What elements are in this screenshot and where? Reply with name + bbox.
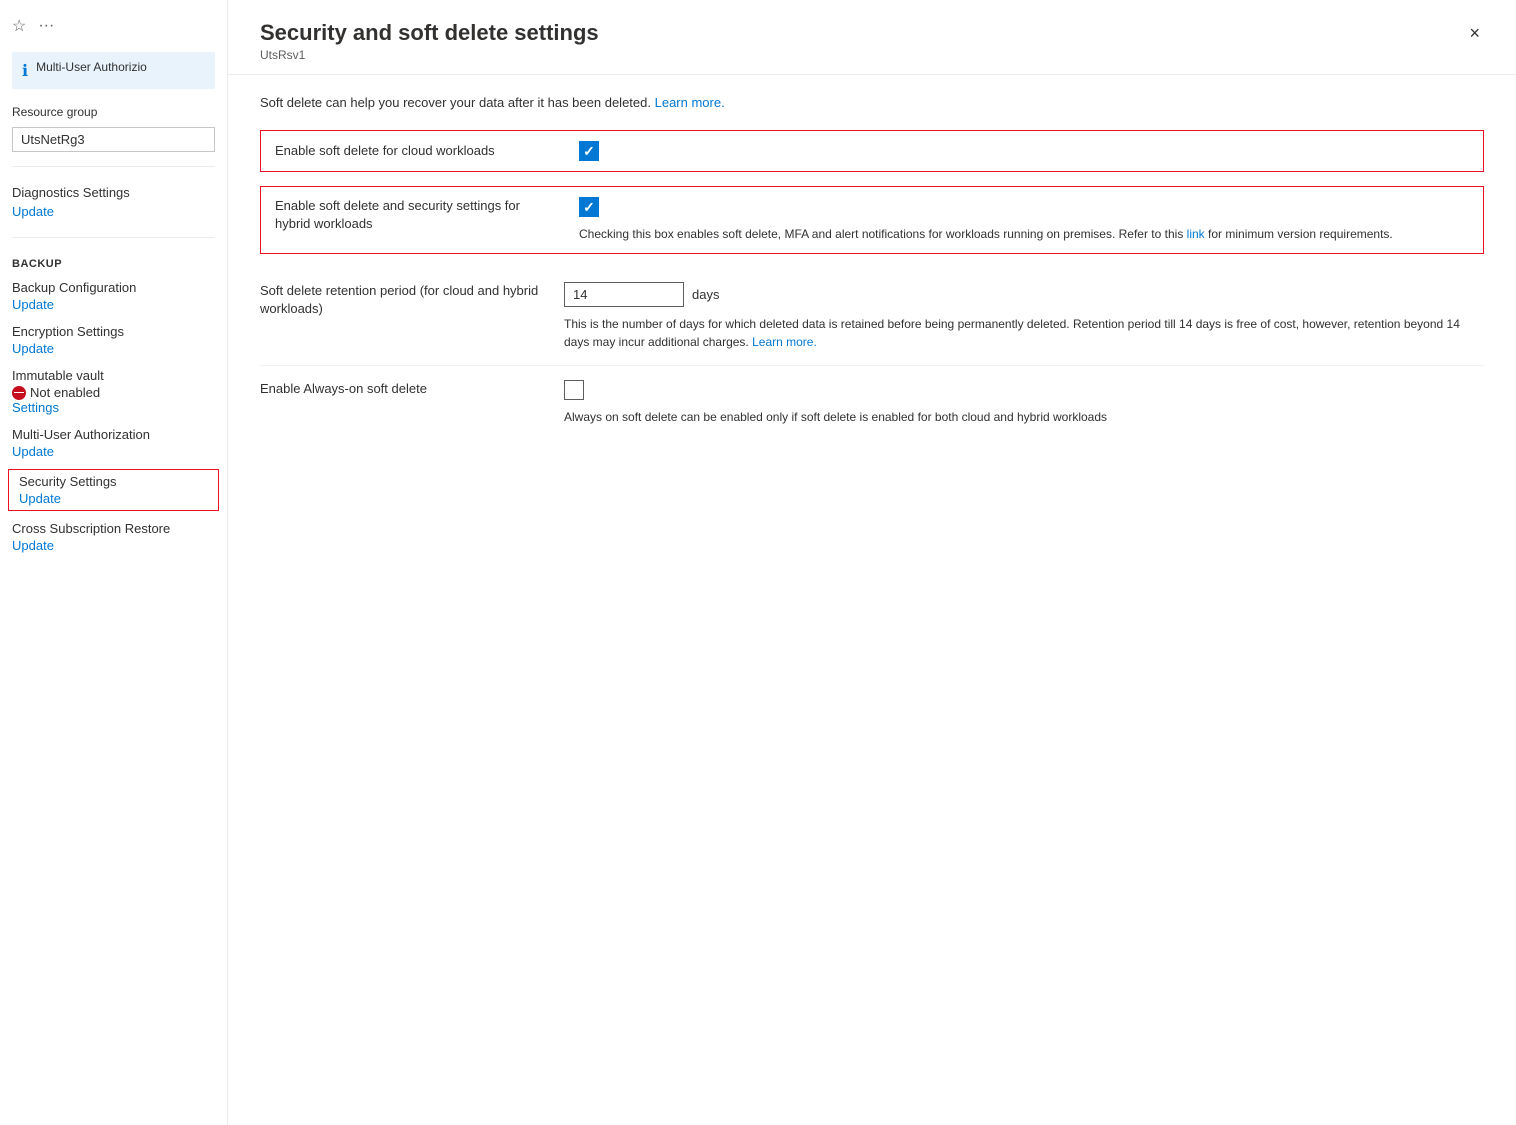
security-settings-link[interactable]: Update bbox=[19, 491, 61, 506]
page-title: Security and soft delete settings bbox=[260, 20, 599, 46]
mua-link[interactable]: Update bbox=[12, 444, 54, 459]
intro-text: Soft delete can help you recover your da… bbox=[260, 95, 1484, 110]
main-panel: Security and soft delete settings UtsRsv… bbox=[228, 0, 1516, 1125]
immutable-label: Immutable vault bbox=[12, 368, 215, 383]
always-on-label: Enable Always-on soft delete bbox=[260, 380, 540, 398]
always-on-description: Always on soft delete can be enabled onl… bbox=[564, 408, 1484, 426]
main-header-text: Security and soft delete settings UtsRsv… bbox=[260, 20, 599, 62]
learn-more-link-intro[interactable]: Learn more. bbox=[655, 95, 725, 110]
setting-row-hybrid: Enable soft delete and security settings… bbox=[260, 186, 1484, 254]
main-header: Security and soft delete settings UtsRsv… bbox=[228, 0, 1516, 75]
sidebar-item-security-settings: Security Settings Update bbox=[8, 469, 219, 511]
sidebar-item-immutable: Immutable vault — Not enabled Settings bbox=[0, 362, 227, 421]
cross-sub-label: Cross Subscription Restore bbox=[12, 521, 215, 536]
setting-row-always-on: Enable Always-on soft delete ✓ Always on… bbox=[260, 366, 1484, 440]
more-icon[interactable]: ··· bbox=[38, 17, 54, 35]
retention-input[interactable] bbox=[564, 282, 684, 307]
retention-learn-more[interactable]: Learn more. bbox=[752, 335, 817, 349]
star-icon[interactable]: ☆ bbox=[12, 16, 26, 36]
retention-description: This is the number of days for which del… bbox=[564, 315, 1484, 351]
cross-sub-link[interactable]: Update bbox=[12, 538, 54, 553]
hybrid-row-inner: Enable soft delete and security settings… bbox=[275, 197, 1469, 243]
setting-row-retention: Soft delete retention period (for cloud … bbox=[260, 268, 1484, 366]
always-on-control: ✓ Always on soft delete can be enabled o… bbox=[564, 380, 1484, 426]
immutable-settings-link[interactable]: Settings bbox=[12, 400, 59, 415]
sidebar-top-actions: ☆ ··· bbox=[0, 8, 227, 44]
not-enabled-icon: — bbox=[12, 386, 26, 400]
main-body: Soft delete can help you recover your da… bbox=[228, 75, 1516, 460]
sidebar-banner-text: Multi-User Authorizio bbox=[36, 60, 147, 74]
check-icon: ✓ bbox=[583, 144, 595, 158]
hybrid-description: Checking this box enables soft delete, M… bbox=[579, 225, 1469, 243]
backup-config-label: Backup Configuration bbox=[12, 280, 215, 295]
info-icon: ℹ bbox=[22, 61, 28, 81]
retention-label: Soft delete retention period (for cloud … bbox=[260, 282, 540, 318]
check-icon-2: ✓ bbox=[583, 200, 595, 214]
setting-row-cloud: Enable soft delete for cloud workloads ✓ bbox=[260, 130, 1484, 172]
cloud-workloads-checkbox[interactable]: ✓ bbox=[579, 141, 599, 161]
cloud-workloads-control: ✓ bbox=[579, 141, 1469, 161]
hybrid-workloads-label: Enable soft delete and security settings… bbox=[275, 197, 555, 233]
hybrid-link[interactable]: link bbox=[1187, 227, 1205, 241]
retention-input-row: days bbox=[564, 282, 1484, 307]
cloud-workloads-label: Enable soft delete for cloud workloads bbox=[275, 142, 555, 160]
sidebar-item-backup-config: Backup Configuration Update bbox=[0, 274, 227, 318]
close-button[interactable]: × bbox=[1465, 20, 1484, 46]
not-enabled-text: Not enabled bbox=[30, 385, 100, 400]
sidebar-banner: ℹ Multi-User Authorizio bbox=[12, 52, 215, 89]
encryption-link[interactable]: Update bbox=[12, 341, 54, 356]
sidebar-divider-2 bbox=[12, 237, 215, 238]
sidebar-item-encryption: Encryption Settings Update bbox=[0, 318, 227, 362]
sidebar-item-mua: Multi-User Authorization Update bbox=[0, 421, 227, 465]
sidebar: ☆ ··· ℹ Multi-User Authorizio Resource g… bbox=[0, 0, 228, 1125]
encryption-label: Encryption Settings bbox=[12, 324, 215, 339]
days-label: days bbox=[692, 287, 719, 302]
diagnostics-update-link[interactable]: Update bbox=[0, 202, 227, 227]
resource-group-label: Resource group bbox=[0, 97, 227, 123]
resource-group-value[interactable]: UtsNetRg3 bbox=[12, 127, 215, 152]
always-on-checkbox[interactable]: ✓ bbox=[564, 380, 584, 400]
backup-config-link[interactable]: Update bbox=[12, 297, 54, 312]
mua-label: Multi-User Authorization bbox=[12, 427, 215, 442]
sidebar-item-cross-sub: Cross Subscription Restore Update bbox=[0, 515, 227, 559]
retention-control: days This is the number of days for whic… bbox=[564, 282, 1484, 351]
hybrid-workloads-control: ✓ Checking this box enables soft delete,… bbox=[579, 197, 1469, 243]
hybrid-workloads-checkbox[interactable]: ✓ bbox=[579, 197, 599, 217]
diagnostics-settings-label: Diagnostics Settings bbox=[0, 177, 227, 202]
sidebar-divider bbox=[12, 166, 215, 167]
backup-section-header: BACKUP bbox=[0, 248, 227, 274]
immutable-status: — Not enabled bbox=[12, 385, 215, 400]
page-subtitle: UtsRsv1 bbox=[260, 48, 599, 62]
security-settings-label: Security Settings bbox=[19, 474, 208, 489]
